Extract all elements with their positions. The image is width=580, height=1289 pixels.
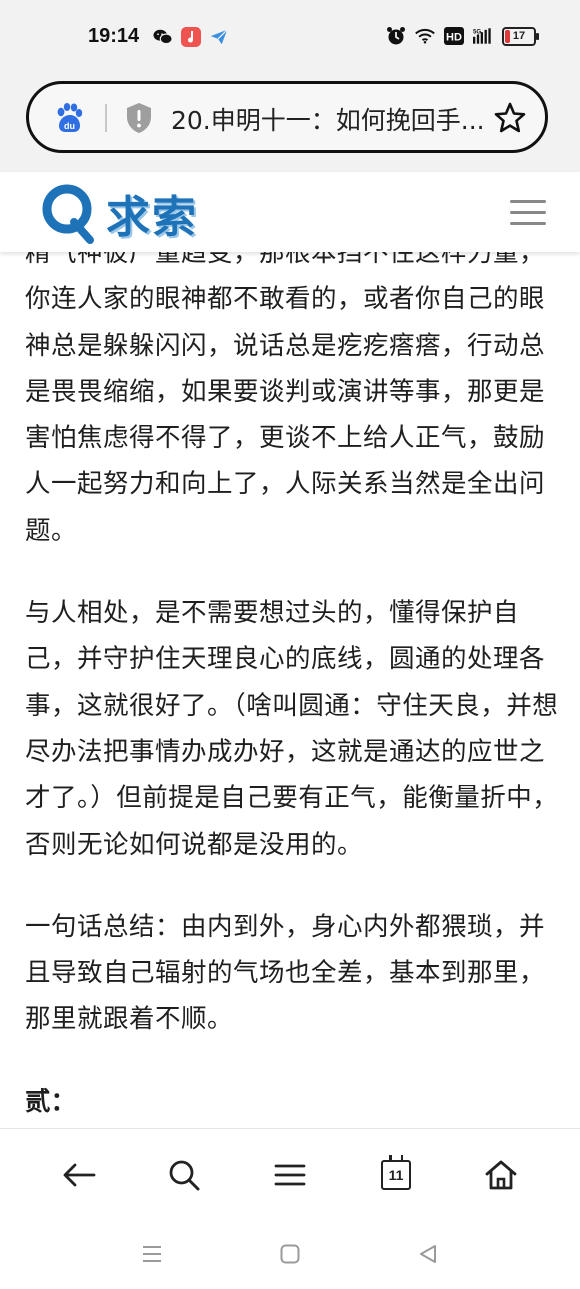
back-triangle-icon[interactable]: [416, 1242, 440, 1266]
menu-icon[interactable]: [272, 1157, 308, 1193]
baidu-paw-icon[interactable]: du: [53, 102, 85, 134]
site-header: 求索: [0, 172, 580, 252]
tab-count: 11: [381, 1155, 411, 1190]
home-circle-icon[interactable]: [278, 1242, 302, 1266]
signal-icon: 5G: [473, 26, 493, 46]
send-app-icon: [209, 27, 229, 47]
address-divider: [105, 104, 107, 132]
back-icon[interactable]: [61, 1157, 97, 1193]
home-icon[interactable]: [483, 1157, 519, 1193]
shield-icon[interactable]: [124, 101, 154, 135]
article-paragraph: 与人相处，是不需要想过头的，懂得保护自己，并守护住天理良心的底线，圆通的处理各事…: [25, 598, 559, 860]
status-bar: 19:14 HD 5G 17: [0, 0, 580, 72]
svg-text:du: du: [64, 121, 75, 131]
status-time: 19:14: [88, 25, 140, 47]
hd-icon: HD: [444, 26, 464, 46]
article-paragraph: 精气神彼广量趋变，那根本挡不住这样力量，你连人家的眼神都不敢看的，或者你自己的眼…: [25, 252, 546, 546]
alarm-icon: [386, 26, 406, 46]
svg-text:HD: HD: [446, 32, 462, 44]
status-left-icons: [153, 27, 229, 47]
bookmark-star-icon[interactable]: [493, 101, 527, 135]
browser-address-area: du 20.申明十一：如何挽回手...: [0, 72, 580, 172]
wifi-icon: [415, 26, 435, 46]
recents-icon[interactable]: [140, 1242, 164, 1266]
tabs-icon[interactable]: 11: [378, 1155, 414, 1193]
page-title[interactable]: 20.申明十一：如何挽回手...: [171, 101, 501, 137]
battery-level: 17: [512, 30, 526, 42]
site-logo[interactable]: 求索: [40, 182, 198, 244]
article-paragraph: 一句话总结：由内到外，身心内外都猥琐，并且导致自己辐射的气场也全差，基本到那里，…: [25, 911, 546, 1035]
browser-toolbar: 11: [0, 1128, 580, 1219]
battery-icon: 17: [502, 26, 539, 46]
search-icon[interactable]: [166, 1157, 202, 1193]
status-right-icons: HD 5G 17: [386, 26, 539, 46]
logo-text: 求索: [106, 192, 198, 243]
section-heading: 贰：: [25, 1086, 77, 1117]
article-content: 精气神彼广量趋变，那根本挡不住这样力量，你连人家的眼神都不敢看的，或者你自己的眼…: [0, 252, 580, 1128]
system-navigation-bar: [0, 1218, 580, 1289]
logo-q-icon: [42, 184, 94, 244]
site-menu-icon[interactable]: [510, 200, 546, 226]
wechat-icon: [153, 27, 173, 47]
address-bar[interactable]: du 20.申明十一：如何挽回手...: [26, 81, 548, 153]
music-app-icon: [181, 27, 201, 47]
